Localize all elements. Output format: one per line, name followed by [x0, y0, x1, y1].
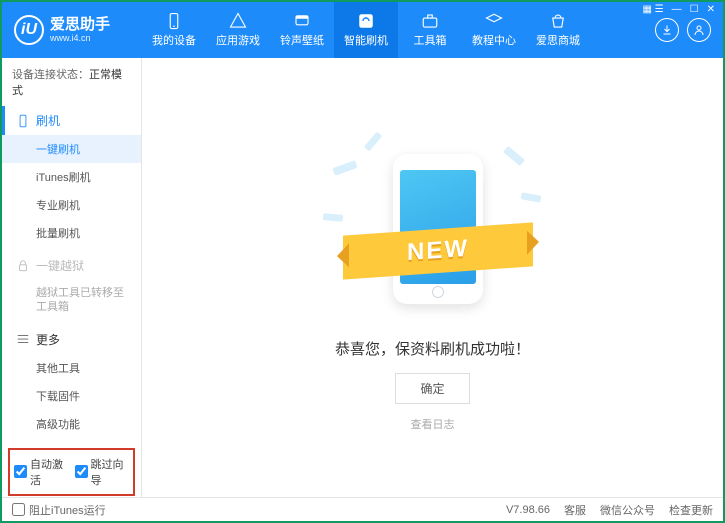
app-name: 爱思助手	[50, 17, 110, 34]
main-content: NEW 恭喜您，保资料刷机成功啦！ 确定 查看日志	[142, 58, 723, 497]
nav-label: 我的设备	[152, 32, 196, 48]
sidebar-jailbreak-note: 越狱工具已转移至工具箱	[2, 280, 141, 321]
header-right	[643, 18, 723, 42]
nav-label: 爱思商城	[536, 32, 580, 48]
nav-store[interactable]: 爱思商城	[526, 2, 590, 58]
sidebar-jailbreak-header: 一键越狱	[2, 251, 141, 280]
options-highlight-box: 自动激活 跳过向导	[8, 448, 135, 496]
nav-tutorial[interactable]: 教程中心	[462, 2, 526, 58]
tutorial-icon	[485, 12, 503, 30]
device-icon	[165, 12, 183, 30]
service-link[interactable]: 客服	[564, 502, 586, 518]
sidebar-item-batch[interactable]: 批量刷机	[2, 219, 141, 247]
new-ribbon: NEW	[343, 222, 533, 279]
sidebar-more-header[interactable]: 更多	[2, 325, 141, 354]
footer: 阻止iTunes运行 V7.98.66 客服 微信公众号 检查更新	[2, 497, 723, 521]
nav-flash[interactable]: 智能刷机	[334, 2, 398, 58]
header: iU 爱思助手 www.i4.cn 我的设备 应用游戏 铃声壁纸 智能刷机 工具…	[2, 2, 723, 58]
apps-icon	[229, 12, 247, 30]
success-illustration: NEW	[323, 134, 543, 314]
minimize-button[interactable]: —	[670, 4, 684, 15]
window-controls: ▦ ☰ — ☐ ✕	[640, 4, 717, 15]
top-nav: 我的设备 应用游戏 铃声壁纸 智能刷机 工具箱 教程中心 爱思商城	[142, 2, 643, 58]
logo-area: iU 爱思助手 www.i4.cn	[2, 15, 142, 45]
app-url: www.i4.cn	[50, 33, 110, 43]
flash-icon	[357, 12, 375, 30]
sidebar-item-itunes[interactable]: iTunes刷机	[2, 163, 141, 191]
success-message: 恭喜您，保资料刷机成功啦！	[335, 338, 530, 359]
nav-label: 智能刷机	[344, 32, 388, 48]
ok-button[interactable]: 确定	[395, 373, 469, 404]
maximize-button[interactable]: ☐	[688, 4, 701, 15]
nav-toolbox[interactable]: 工具箱	[398, 2, 462, 58]
nav-label: 铃声壁纸	[280, 32, 324, 48]
sidebar: 设备连接状态：正常模式 刷机 一键刷机 iTunes刷机 专业刷机 批量刷机 一…	[2, 58, 142, 497]
nav-label: 工具箱	[414, 32, 447, 48]
nav-apps[interactable]: 应用游戏	[206, 2, 270, 58]
ringtone-icon	[293, 12, 311, 30]
menu-icon[interactable]: ▦ ☰	[640, 4, 665, 15]
nav-label: 教程中心	[472, 32, 516, 48]
wechat-link[interactable]: 微信公众号	[600, 502, 655, 518]
version-label: V7.98.66	[506, 504, 550, 516]
close-button[interactable]: ✕	[705, 4, 717, 15]
view-log-link[interactable]: 查看日志	[411, 416, 455, 432]
block-itunes-checkbox[interactable]: 阻止iTunes运行	[12, 502, 106, 518]
skip-guide-checkbox[interactable]: 跳过向导	[75, 456, 130, 488]
sidebar-item-othertools[interactable]: 其他工具	[2, 354, 141, 382]
connection-status: 设备连接状态：正常模式	[2, 58, 141, 106]
store-icon	[549, 12, 567, 30]
sidebar-flash-header[interactable]: 刷机	[2, 106, 141, 135]
sidebar-item-download-fw[interactable]: 下载固件	[2, 382, 141, 410]
download-button[interactable]	[655, 18, 679, 42]
sidebar-item-pro[interactable]: 专业刷机	[2, 191, 141, 219]
user-button[interactable]	[687, 18, 711, 42]
logo-icon: iU	[14, 15, 44, 45]
sidebar-item-advanced[interactable]: 高级功能	[2, 410, 141, 438]
nav-ringtone[interactable]: 铃声壁纸	[270, 2, 334, 58]
nav-my-device[interactable]: 我的设备	[142, 2, 206, 58]
toolbox-icon	[421, 12, 439, 30]
auto-activate-checkbox[interactable]: 自动激活	[14, 456, 69, 488]
sidebar-item-oneclick[interactable]: 一键刷机	[2, 135, 141, 163]
nav-label: 应用游戏	[216, 32, 260, 48]
update-link[interactable]: 检查更新	[669, 502, 713, 518]
